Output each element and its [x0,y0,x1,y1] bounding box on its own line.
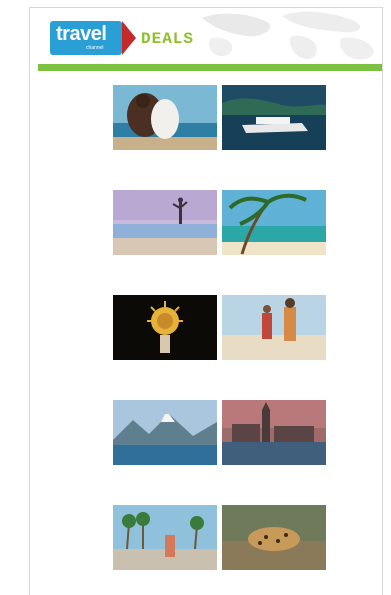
deal-card[interactable] [222,295,326,385]
deal-image-spiky-figure[interactable] [113,295,217,360]
header: travel channel DEALS [38,8,382,64]
deal-description [113,585,217,595]
deal-meta [113,362,217,367]
deal-description [222,480,326,490]
deal-title[interactable] [113,368,217,374]
deal-meta [113,257,217,262]
deal-description [222,585,326,595]
deal-card[interactable] [113,505,217,595]
deal-title[interactable] [222,473,326,479]
deal-description [222,270,326,280]
deal-description [113,165,217,175]
deal-meta [113,572,217,577]
deal-card[interactable] [113,295,217,385]
deal-title[interactable] [113,263,217,269]
deal-card[interactable] [222,85,326,175]
deal-image-tropical-palm[interactable] [222,190,326,255]
deal-title[interactable] [113,158,217,164]
deal-card[interactable] [113,190,217,280]
deal-title[interactable] [113,578,217,584]
deal-image-beach-walkers[interactable] [222,295,326,360]
deal-title[interactable] [222,263,326,269]
deal-title[interactable] [222,368,326,374]
deal-image-london-skyline[interactable] [222,400,326,465]
deal-image-leopard-wildlife[interactable] [222,505,326,570]
deal-description [113,480,217,490]
deal-card[interactable] [222,505,326,595]
deal-meta [222,257,326,262]
deal-image-couple-beach[interactable] [113,85,217,150]
deals-section-label: DEALS [141,30,195,48]
deal-description [222,375,326,385]
deal-card[interactable] [113,85,217,175]
deal-meta [222,152,326,157]
logo-subtext: channel [86,45,104,51]
deal-title[interactable] [222,158,326,164]
deal-image-palm-promenade[interactable] [113,505,217,570]
deal-image-cruise-ship[interactable] [222,85,326,150]
deal-card[interactable] [113,400,217,490]
promo-banner[interactable] [38,64,382,71]
deal-meta [113,467,217,472]
deal-image-mountain-lake[interactable] [113,400,217,465]
deal-description [222,165,326,175]
logo-text: travel [56,23,107,45]
deal-meta [222,362,326,367]
deal-meta [222,467,326,472]
deal-description [113,375,217,385]
logo-accent-shape [122,21,136,55]
deal-meta [113,152,217,157]
world-map-graphic [202,11,374,60]
deal-title[interactable] [113,473,217,479]
deal-card[interactable] [222,190,326,280]
deal-card[interactable] [222,400,326,490]
deal-description [113,270,217,280]
deal-title[interactable] [222,578,326,584]
deal-meta [222,572,326,577]
deal-image-beach-sunset[interactable] [113,190,217,255]
